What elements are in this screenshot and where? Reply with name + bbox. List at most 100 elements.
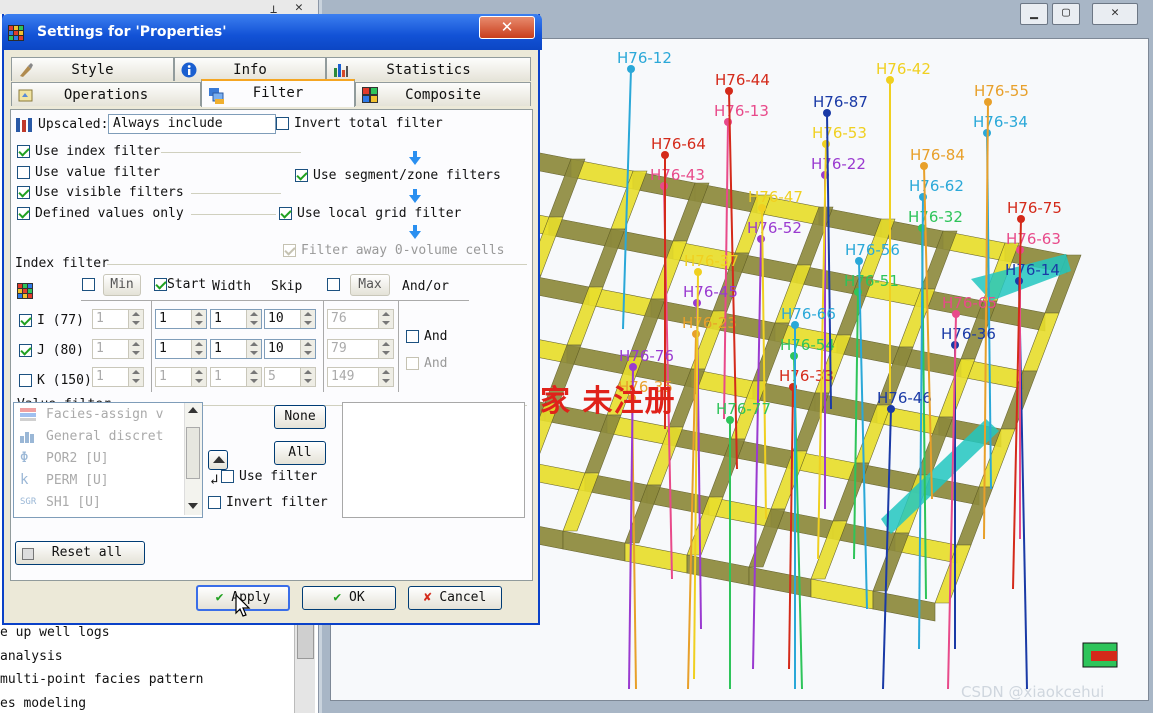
i-start-spinner[interactable]: 1 — [155, 309, 207, 329]
index-i-checkbox[interactable]: I (77) — [19, 313, 84, 328]
and-i-j-checkbox[interactable]: And — [406, 329, 447, 344]
spinner-arrows[interactable] — [191, 310, 206, 328]
spinner-arrows[interactable] — [246, 368, 261, 386]
index-k-checkbox[interactable]: K (150) — [19, 373, 92, 388]
and-j-k-checkbox[interactable]: And — [406, 356, 447, 371]
k-skip-spinner[interactable]: 5 — [264, 367, 316, 387]
defined-values-only-checkbox[interactable]: Defined values only — [17, 206, 184, 221]
move-up-button[interactable] — [208, 450, 228, 470]
use-local-grid-filter-checkbox[interactable]: Use local grid filter — [279, 206, 461, 221]
spinner-arrows[interactable] — [191, 340, 206, 358]
checkbox-box[interactable] — [283, 244, 296, 257]
list-item[interactable]: Facies-assign v — [20, 407, 163, 422]
k-width-spinner[interactable]: 1 — [210, 367, 262, 387]
list-item[interactable]: SGR SH1 [U] — [20, 495, 101, 510]
start-checkbox[interactable]: Start — [154, 277, 206, 292]
checkbox-box[interactable] — [208, 496, 221, 509]
tab-operations[interactable]: Operations — [11, 82, 201, 106]
use-visible-filters-checkbox[interactable]: Use visible filters — [17, 185, 184, 200]
filter-away-0-volume-checkbox[interactable]: Filter away 0-volume cells — [283, 243, 505, 258]
checkbox-box[interactable] — [406, 357, 419, 370]
checkbox-box[interactable] — [295, 169, 308, 182]
dialog-title-bar[interactable]: Settings for 'Properties' ✕ — [2, 14, 542, 50]
upscaled-select[interactable]: Always include — [108, 114, 276, 134]
maximize-button[interactable]: ▢ — [1052, 3, 1080, 25]
spinner-arrows[interactable] — [128, 310, 143, 328]
checkbox-box[interactable] — [17, 186, 30, 199]
i-skip-spinner[interactable]: 10 — [264, 309, 316, 329]
spinner-arrows[interactable] — [378, 340, 393, 358]
j-max-spinner[interactable]: 79 — [327, 339, 394, 359]
tab-composite[interactable]: Composite — [355, 82, 531, 106]
min-button[interactable]: Min — [103, 274, 141, 296]
min-checkbox[interactable] — [82, 277, 95, 292]
checkbox-box[interactable] — [19, 344, 32, 357]
close-pane-icon[interactable]: ✕ — [295, 0, 303, 15]
index-j-checkbox[interactable]: J (80) — [19, 343, 84, 358]
value-property-list[interactable]: Facies-assign v General discret Φ POR2 [U… — [13, 402, 203, 518]
minimize-button[interactable]: ▁ — [1020, 3, 1048, 25]
use-segment-zone-checkbox[interactable]: Use segment/zone filters — [295, 168, 501, 183]
checkbox-box[interactable] — [406, 330, 419, 343]
spinner-arrows[interactable] — [300, 310, 315, 328]
all-button[interactable]: All — [274, 441, 326, 465]
checkbox-box[interactable] — [19, 314, 32, 327]
checkbox-box[interactable] — [19, 374, 32, 387]
i-max-spinner[interactable]: 76 — [327, 309, 394, 329]
viewer-close-button[interactable]: ✕ — [1092, 3, 1138, 25]
dialog-close-button[interactable]: ✕ — [479, 16, 535, 39]
checkbox-box[interactable] — [17, 145, 30, 158]
spinner-arrows[interactable] — [300, 368, 315, 386]
checkbox-box[interactable] — [276, 117, 289, 130]
max-checkbox[interactable] — [327, 277, 340, 292]
ok-button[interactable]: ✔ OK — [302, 586, 396, 610]
none-button[interactable]: None — [274, 405, 326, 429]
use-value-filter-checkbox[interactable]: Use value filter — [17, 165, 160, 180]
checkbox-box[interactable] — [327, 278, 340, 291]
j-skip-spinner[interactable]: 10 — [264, 339, 316, 359]
scroll-down-icon[interactable] — [188, 503, 198, 509]
scrollbar-thumb[interactable] — [297, 619, 314, 659]
tree-item-upscale-well-logs[interactable]: e up well logs — [0, 625, 110, 640]
j-min-spinner[interactable]: 1 — [92, 339, 144, 359]
tree-item-analysis[interactable]: analysis — [0, 649, 63, 664]
spinner-arrows[interactable] — [378, 368, 393, 386]
invert-filter-checkbox[interactable]: Invert filter — [208, 495, 328, 510]
j-start-spinner[interactable]: 1 — [155, 339, 207, 359]
spinner-arrows[interactable] — [191, 368, 206, 386]
checkbox-box[interactable] — [279, 207, 292, 220]
tab-filter[interactable]: Filter — [201, 79, 355, 107]
tab-style[interactable]: Style — [11, 57, 174, 81]
k-start-spinner[interactable]: 1 — [155, 367, 207, 387]
list-item[interactable]: Φ POR2 [U] — [20, 451, 109, 466]
value-list-scrollbar[interactable] — [184, 403, 202, 515]
scrollbar-thumb[interactable] — [186, 427, 200, 479]
use-index-filter-checkbox[interactable]: Use index filter — [17, 144, 160, 159]
use-filter-checkbox[interactable]: Use filter — [221, 469, 317, 484]
checkbox-box[interactable] — [82, 278, 95, 291]
spinner-arrows[interactable] — [128, 340, 143, 358]
checkbox-box[interactable] — [154, 278, 167, 291]
checkbox-box[interactable] — [17, 166, 30, 179]
tree-item-multipoint[interactable]: multi-point facies pattern — [0, 672, 204, 687]
invert-total-filter-checkbox[interactable]: Invert total filter — [276, 116, 443, 131]
spinner-arrows[interactable] — [246, 340, 261, 358]
reset-all-button[interactable]: Reset all — [15, 541, 145, 565]
list-item[interactable]: k PERM [U] — [20, 473, 109, 488]
spinner-arrows[interactable] — [378, 310, 393, 328]
k-max-spinner[interactable]: 149 — [327, 367, 394, 387]
spinner-arrows[interactable] — [246, 310, 261, 328]
value-range-panel[interactable] — [342, 402, 525, 518]
checkbox-box[interactable] — [17, 207, 30, 220]
tab-statistics[interactable]: Statistics — [326, 57, 531, 81]
move-down-icon[interactable]: ↲ — [210, 472, 218, 488]
spinner-arrows[interactable] — [300, 340, 315, 358]
left-pane-scrollbar[interactable] — [294, 615, 315, 713]
checkbox-box[interactable] — [221, 470, 234, 483]
i-min-spinner[interactable]: 1 — [92, 309, 144, 329]
max-button[interactable]: Max — [350, 274, 390, 296]
scroll-up-icon[interactable] — [188, 407, 198, 413]
list-item[interactable]: General discret — [20, 429, 163, 444]
tab-info[interactable]: Info — [174, 57, 326, 81]
i-width-spinner[interactable]: 1 — [210, 309, 262, 329]
